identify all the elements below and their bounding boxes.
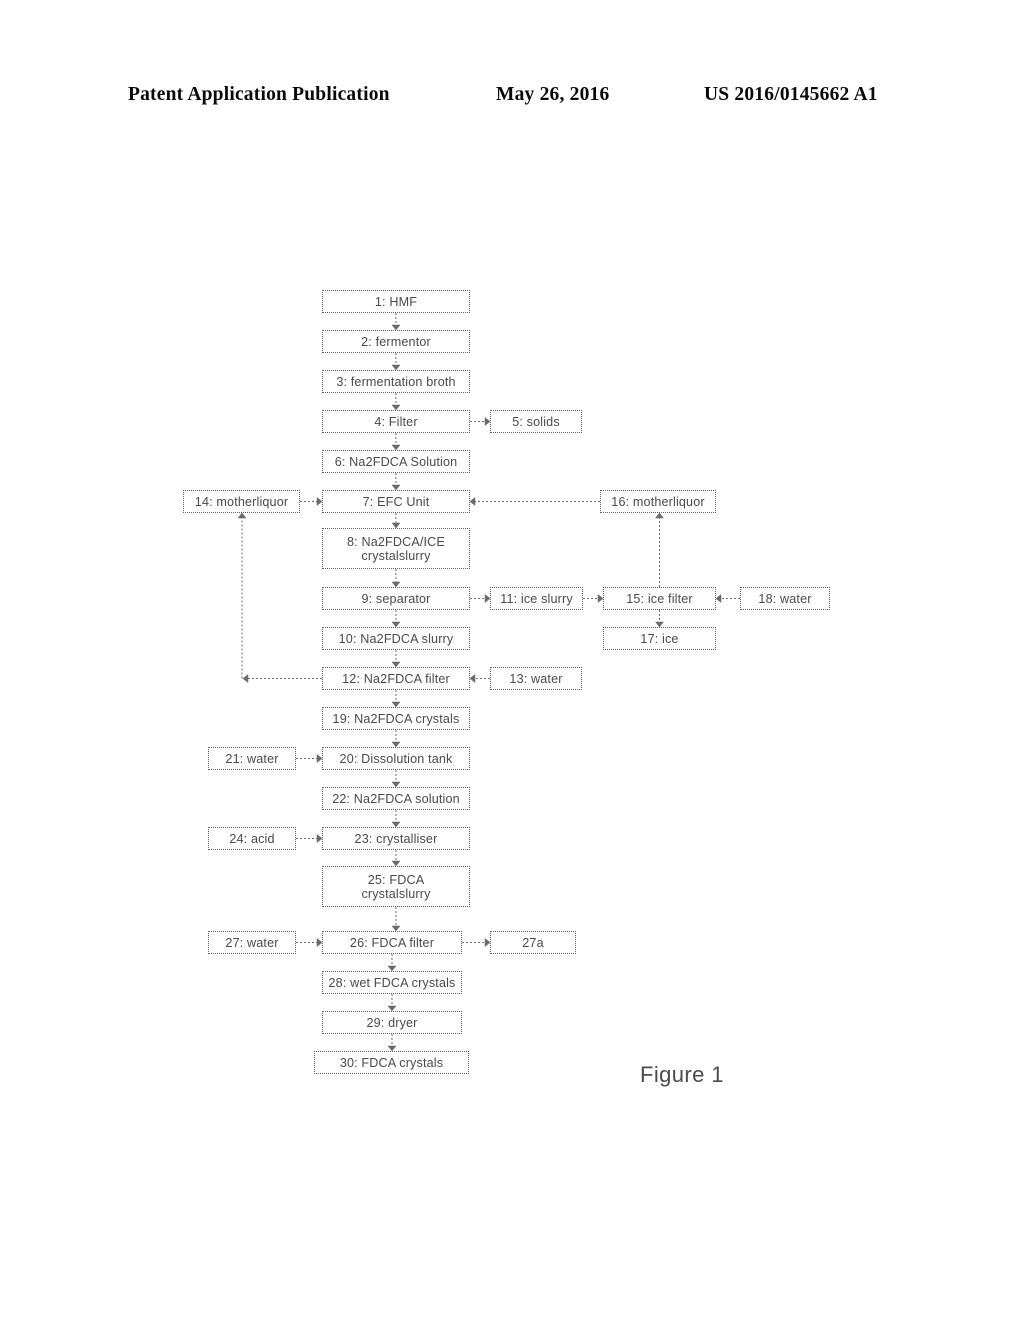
flow-node-8: 8: Na2FDCA/ICE crystalslurry: [322, 528, 470, 569]
flow-node-22: 22: Na2FDCA solution: [322, 787, 470, 810]
figure-caption: Figure 1: [640, 1062, 724, 1087]
flow-node-5: 5: solids: [490, 410, 582, 433]
flow-node-11: 11: ice slurry: [490, 587, 583, 610]
flow-node-27: 27: water: [208, 931, 296, 954]
flow-node-30: 30: FDCA crystals: [314, 1051, 469, 1074]
flow-node-24: 24: acid: [208, 827, 296, 850]
flow-node-28: 28: wet FDCA crystals: [322, 971, 462, 994]
flow-node-23: 23: crystalliser: [322, 827, 470, 850]
process-flow-diagram: 1: HMF 2: fermentor 3: fermentation broth 4…: [0, 0, 1024, 1320]
flow-node-1: 1: HMF: [322, 290, 470, 313]
flow-node-18: 18: water: [740, 587, 830, 610]
flow-node-17: 17: ice: [603, 627, 716, 650]
flow-node-7: 7: EFC Unit: [322, 490, 470, 513]
flow-node-27a: 27a: [490, 931, 576, 954]
flow-node-19: 19: Na2FDCA crystals: [322, 707, 470, 730]
flow-node-15: 15: ice filter: [603, 587, 716, 610]
flow-node-12: 12: Na2FDCA filter: [322, 667, 470, 690]
flow-node-21: 21: water: [208, 747, 296, 770]
flow-node-14: 14: motherliquor: [183, 490, 300, 513]
flow-node-25: 25: FDCA crystalslurry: [322, 866, 470, 907]
flow-node-2: 2: fermentor: [322, 330, 470, 353]
flow-node-4: 4: Filter: [322, 410, 470, 433]
flow-node-10: 10: Na2FDCA slurry: [322, 627, 470, 650]
flow-node-13: 13: water: [490, 667, 582, 690]
flow-node-16: 16: motherliquor: [600, 490, 716, 513]
flow-node-9: 9: separator: [322, 587, 470, 610]
flow-node-29: 29: dryer: [322, 1011, 462, 1034]
flow-node-3: 3: fermentation broth: [322, 370, 470, 393]
flow-node-20: 20: Dissolution tank: [322, 747, 470, 770]
connector-layer: [237, 313, 740, 1052]
flow-node-26: 26: FDCA filter: [322, 931, 462, 954]
flow-node-6: 6: Na2FDCA Solution: [322, 450, 470, 473]
